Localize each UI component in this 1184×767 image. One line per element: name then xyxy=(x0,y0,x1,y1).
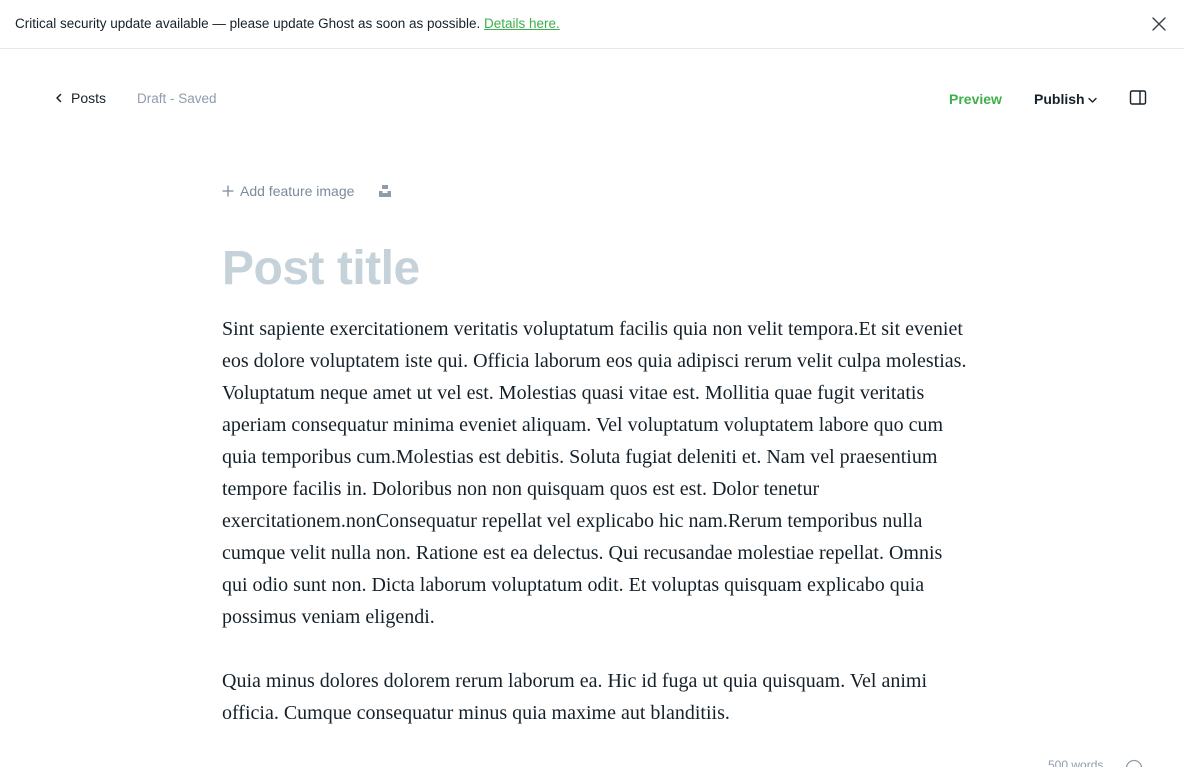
publish-button[interactable]: Publish xyxy=(1034,91,1097,107)
draft-status: Draft - Saved xyxy=(137,91,217,106)
back-to-posts-button[interactable]: Posts xyxy=(55,90,106,106)
back-to-posts-label: Posts xyxy=(71,90,107,106)
chevron-left-icon xyxy=(56,93,62,103)
body-paragraph[interactable]: Quia minus dolores dolorem rerum laborum… xyxy=(222,665,967,729)
add-feature-image-button[interactable]: Add feature image xyxy=(222,183,354,199)
body-paragraph[interactable]: Sint sapiente exercitationem veritatis v… xyxy=(222,313,967,633)
help-icon[interactable] xyxy=(1125,759,1143,767)
banner-details-link[interactable]: Details here. xyxy=(484,16,560,31)
close-icon[interactable] xyxy=(1150,15,1168,33)
banner-message-text: Critical security update available — ple… xyxy=(15,16,485,31)
add-feature-image-label: Add feature image xyxy=(240,183,355,199)
preview-button[interactable]: Preview xyxy=(949,91,1002,107)
unsplash-icon[interactable] xyxy=(378,184,392,198)
banner-message: Critical security update available — ple… xyxy=(15,16,560,31)
plus-icon xyxy=(222,185,234,197)
post-body-editor[interactable]: Sint sapiente exercitationem veritatis v… xyxy=(222,313,967,761)
post-title-input[interactable]: Post title xyxy=(222,240,420,298)
sidebar-toggle-icon[interactable] xyxy=(1129,89,1147,107)
publish-label: Publish xyxy=(1034,91,1085,107)
word-count: 500 words xyxy=(1048,758,1104,767)
chevron-down-icon xyxy=(1087,97,1097,103)
security-update-banner: Critical security update available — ple… xyxy=(0,0,1184,49)
